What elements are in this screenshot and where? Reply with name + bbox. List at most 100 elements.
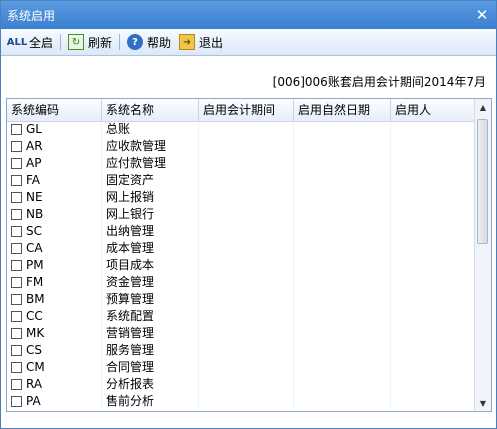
- date-cell: [294, 240, 391, 257]
- user-cell: [391, 121, 475, 138]
- code-cell: CM: [7, 359, 102, 376]
- system-code: SC: [26, 224, 42, 238]
- enable-checkbox[interactable]: [11, 277, 22, 288]
- system-code: MK: [26, 326, 45, 340]
- table-row[interactable]: NE 网上报销: [7, 189, 475, 206]
- code-cell: SC: [7, 223, 102, 240]
- column-header-code[interactable]: 系统编码: [7, 99, 102, 121]
- refresh-label: 刷新: [88, 35, 113, 50]
- date-cell: [294, 393, 391, 410]
- enable-checkbox[interactable]: [11, 362, 22, 373]
- exit-icon: ➜: [179, 34, 196, 50]
- system-name: 固定资产: [102, 172, 199, 189]
- date-cell: [294, 138, 391, 155]
- code-cell: GL: [7, 121, 102, 138]
- period-cell: [199, 206, 294, 223]
- table-row[interactable]: MK 营销管理: [7, 325, 475, 342]
- code-cell: CC: [7, 308, 102, 325]
- vertical-scrollbar[interactable]: ▲ ▼: [474, 99, 491, 411]
- enable-checkbox[interactable]: [11, 260, 22, 271]
- enable-checkbox[interactable]: [11, 175, 22, 186]
- exit-button[interactable]: ➜ 退出: [175, 31, 227, 53]
- toolbar: ALL 全启 ↻ 刷新 ? 帮助 ➜ 退出: [1, 29, 496, 56]
- period-cell: [199, 257, 294, 274]
- refresh-button[interactable]: ↻ 刷新: [64, 31, 116, 53]
- system-name: 服务管理: [102, 342, 199, 359]
- enable-checkbox[interactable]: [11, 294, 22, 305]
- system-code: CA: [26, 241, 43, 255]
- title-bar: 系统启用 ✕: [1, 1, 496, 29]
- user-cell: [391, 257, 475, 274]
- table-row[interactable]: FM 资金管理: [7, 274, 475, 291]
- system-name: 合同管理: [102, 359, 199, 376]
- system-code: FA: [26, 173, 41, 187]
- column-header-user[interactable]: 启用人: [391, 99, 475, 121]
- table-row[interactable]: RA 分析报表: [7, 376, 475, 393]
- enable-checkbox[interactable]: [11, 209, 22, 220]
- column-header-period[interactable]: 启用会计期间: [199, 99, 294, 121]
- system-name: 系统配置: [102, 308, 199, 325]
- table-row[interactable]: GL 总账: [7, 121, 475, 138]
- system-code: RA: [26, 377, 43, 391]
- code-cell: PA: [7, 393, 102, 410]
- period-cell: [199, 121, 294, 138]
- table-row[interactable]: CA 成本管理: [7, 240, 475, 257]
- code-cell: FM: [7, 274, 102, 291]
- table-row[interactable]: SC 出纳管理: [7, 223, 475, 240]
- scroll-up-icon[interactable]: ▲: [475, 99, 491, 115]
- enable-checkbox[interactable]: [11, 379, 22, 390]
- table-row[interactable]: BM 预算管理: [7, 291, 475, 308]
- date-cell: [294, 257, 391, 274]
- date-cell: [294, 206, 391, 223]
- enable-checkbox[interactable]: [11, 192, 22, 203]
- system-name: 网上报销: [102, 189, 199, 206]
- enable-checkbox[interactable]: [11, 226, 22, 237]
- code-cell: CS: [7, 342, 102, 359]
- code-cell: NE: [7, 189, 102, 206]
- enable-checkbox[interactable]: [11, 345, 22, 356]
- enable-checkbox[interactable]: [11, 243, 22, 254]
- period-cell: [199, 308, 294, 325]
- horizontal-scrollbar[interactable]: [6, 414, 492, 422]
- date-cell: [294, 359, 391, 376]
- table-row[interactable]: NB 网上银行: [7, 206, 475, 223]
- table-row[interactable]: CM 合同管理: [7, 359, 475, 376]
- enable-checkbox[interactable]: [11, 124, 22, 135]
- date-cell: [294, 308, 391, 325]
- table-row[interactable]: PM 项目成本: [7, 257, 475, 274]
- period-cell: [199, 274, 294, 291]
- enable-checkbox[interactable]: [11, 158, 22, 169]
- help-icon: ?: [127, 34, 144, 50]
- scroll-thumb[interactable]: [477, 119, 488, 244]
- user-cell: [391, 206, 475, 223]
- help-button[interactable]: ? 帮助: [123, 31, 175, 53]
- system-code: AR: [26, 139, 43, 153]
- table-row[interactable]: CC 系统配置: [7, 308, 475, 325]
- enable-checkbox[interactable]: [11, 396, 22, 407]
- enable-checkbox[interactable]: [11, 311, 22, 322]
- period-cell: [199, 376, 294, 393]
- date-cell: [294, 121, 391, 138]
- enable-checkbox[interactable]: [11, 328, 22, 339]
- table-row[interactable]: FA 固定资产: [7, 172, 475, 189]
- system-name: 总账: [102, 121, 199, 138]
- column-header-name[interactable]: 系统名称: [102, 99, 199, 121]
- enable-checkbox[interactable]: [11, 141, 22, 152]
- system-name: 售前分析: [102, 393, 199, 410]
- user-cell: [391, 376, 475, 393]
- table-row[interactable]: CS 服务管理: [7, 342, 475, 359]
- scroll-down-icon[interactable]: ▼: [475, 395, 491, 411]
- code-cell: FA: [7, 172, 102, 189]
- table-row[interactable]: AP 应付款管理: [7, 155, 475, 172]
- system-code: NE: [26, 190, 43, 204]
- enable-all-button[interactable]: ALL 全启: [5, 31, 57, 53]
- system-name: 预算管理: [102, 291, 199, 308]
- close-button[interactable]: ✕: [474, 7, 490, 23]
- date-cell: [294, 325, 391, 342]
- column-header-date[interactable]: 启用自然日期: [294, 99, 391, 121]
- system-enable-window: 系统启用 ✕ ALL 全启 ↻ 刷新 ? 帮助 ➜ 退出 [006]006账套启…: [0, 0, 497, 429]
- table-row[interactable]: PA 售前分析: [7, 393, 475, 410]
- user-cell: [391, 223, 475, 240]
- user-cell: [391, 359, 475, 376]
- table-row[interactable]: AR 应收款管理: [7, 138, 475, 155]
